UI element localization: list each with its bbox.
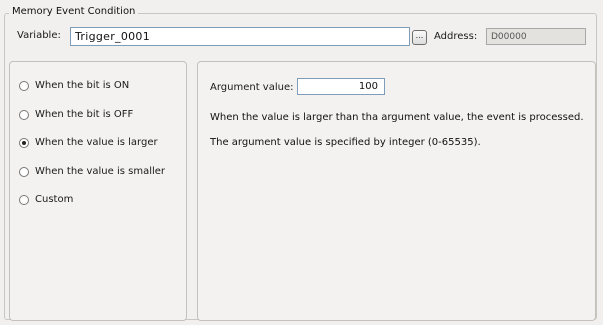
radio-bit-off-indicator[interactable] [19,109,29,120]
radio-bit-off[interactable]: When the bit is OFF [19,109,133,120]
address-field [486,28,586,45]
radio-custom[interactable]: Custom [19,194,73,205]
argument-value-input[interactable] [297,78,385,95]
radio-bit-on-indicator[interactable] [19,80,29,91]
radio-value-larger-indicator[interactable] [19,137,29,148]
variable-input[interactable] [70,27,410,46]
condition-options-panel: When the bit is ON When the bit is OFF W… [9,61,187,321]
variable-browse-button[interactable]: ... [412,30,427,45]
address-label: Address: [434,31,478,42]
radio-bit-on-label: When the bit is ON [35,80,130,91]
variable-label: Variable: [17,30,61,41]
argument-value-label: Argument value: [210,82,294,93]
group-title: Memory Event Condition [9,6,139,17]
argument-panel: Argument value: When the value is larger… [197,61,596,321]
radio-value-larger-label: When the value is larger [35,137,158,148]
radio-custom-indicator[interactable] [19,194,29,205]
radio-value-smaller-indicator[interactable] [19,166,29,177]
radio-bit-off-label: When the bit is OFF [35,109,134,120]
radio-value-smaller[interactable]: When the value is smaller [19,166,165,177]
radio-value-smaller-label: When the value is smaller [35,166,166,177]
argument-description-line-2: The argument value is specified by integ… [210,137,481,148]
radio-bit-on[interactable]: When the bit is ON [19,80,129,91]
radio-custom-label: Custom [35,194,74,205]
argument-description-line-1: When the value is larger than tha argume… [210,112,584,123]
radio-value-larger[interactable]: When the value is larger [19,137,158,148]
